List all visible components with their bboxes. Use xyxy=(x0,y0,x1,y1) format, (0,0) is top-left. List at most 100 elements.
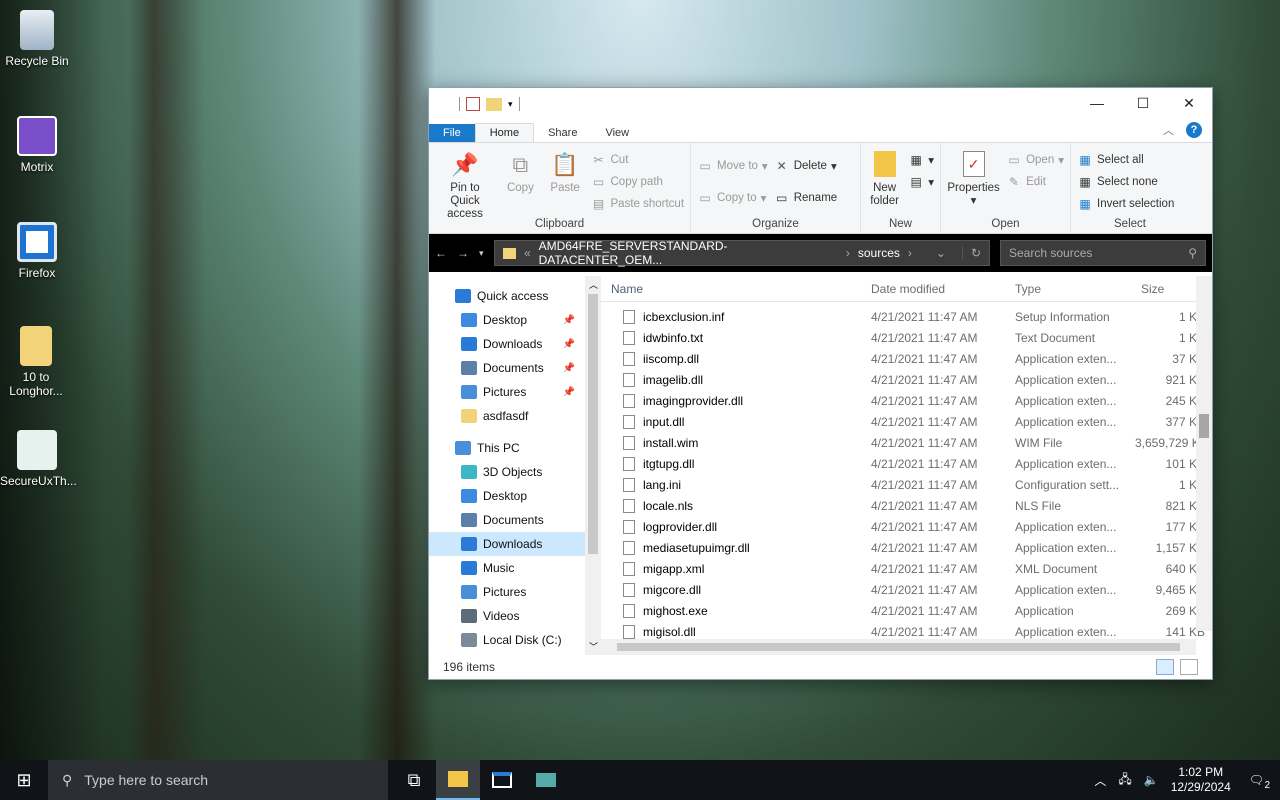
table-row[interactable]: lang.ini 4/21/2021 11:47 AM Configuration … xyxy=(601,474,1212,495)
nav-item[interactable]: Documents 📌 xyxy=(429,356,585,380)
table-row[interactable]: imagelib.dll 4/21/2021 11:47 AM Applicatio… xyxy=(601,369,1212,390)
table-row[interactable]: idwbinfo.txt 4/21/2021 11:47 AM Text Docum… xyxy=(601,327,1212,348)
properties-qat-icon[interactable] xyxy=(466,97,480,111)
file-type: Application exten... xyxy=(1015,540,1117,555)
file-name: input.dll xyxy=(601,414,871,429)
breadcrumb-segment[interactable]: sources xyxy=(858,246,900,260)
select-all-button[interactable]: ▦ Select all xyxy=(1077,151,1174,169)
clock[interactable]: 1:02 PM 12/29/2024 xyxy=(1171,765,1231,795)
desktop-icon-motrix[interactable]: Motrix xyxy=(0,116,74,174)
help-icon[interactable]: ? xyxy=(1186,122,1202,138)
taskbar-search-input[interactable]: ⚲ Type here to search xyxy=(48,760,388,800)
nav-item[interactable]: This PC xyxy=(429,436,585,460)
breadcrumb-segment[interactable]: AMD64FRE_SERVERSTANDARD-DATACENTER_OEM..… xyxy=(539,239,838,267)
tab-view[interactable]: View xyxy=(591,124,643,142)
name-column-header[interactable]: Name xyxy=(601,282,871,296)
nav-item[interactable]: asdfasdf xyxy=(429,404,585,428)
chevron-up-icon[interactable]: ︿ xyxy=(1094,772,1106,789)
nav-item[interactable]: Music xyxy=(429,556,585,580)
date-column-header[interactable]: Date modified xyxy=(871,282,1015,296)
desktop-icon-recycle-bin[interactable]: Recycle Bin xyxy=(0,10,74,68)
select-none-button[interactable]: ▦ Select none xyxy=(1077,173,1174,191)
table-row[interactable]: install.wim 4/21/2021 11:47 AM WIM File 3,6… xyxy=(601,432,1212,453)
nav-item[interactable]: Documents xyxy=(429,508,585,532)
recent-locations-icon[interactable]: ▾ xyxy=(479,248,484,259)
refresh-icon[interactable]: ↻ xyxy=(961,246,989,260)
size-column-header[interactable]: Size xyxy=(1135,282,1205,296)
desktop-icon-firefox[interactable]: Firefox xyxy=(0,222,74,280)
network-icon[interactable]: 🖧 xyxy=(1118,770,1131,791)
file-date: 4/21/2021 11:47 AM xyxy=(871,456,978,471)
address-bar[interactable]: « AMD64FRE_SERVERSTANDARD-DATACENTER_OEM… xyxy=(493,239,990,267)
table-row[interactable]: logprovider.dll 4/21/2021 11:47 AM Applica… xyxy=(601,516,1212,537)
back-arrow-icon[interactable]: ← xyxy=(435,246,447,260)
nav-item[interactable]: Desktop xyxy=(429,484,585,508)
copy-path-button[interactable]: ▭ Copy path xyxy=(591,173,685,191)
nav-item[interactable]: Videos xyxy=(429,604,585,628)
tab-home[interactable]: Home xyxy=(474,123,535,142)
nav-item[interactable]: Local Disk (C:) xyxy=(429,628,585,652)
edit-button[interactable]: ✎ Edit xyxy=(1006,173,1064,191)
table-row[interactable]: locale.nls 4/21/2021 11:47 AM NLS File 821 … xyxy=(601,495,1212,516)
table-row[interactable]: mighost.exe 4/21/2021 11:47 AM Application… xyxy=(601,600,1212,621)
forward-arrow-icon[interactable]: → xyxy=(457,246,469,260)
table-row[interactable]: mediasetupuimgr.dll 4/21/2021 11:47 AM App… xyxy=(601,537,1212,558)
minimize-button[interactable]: — xyxy=(1074,88,1120,118)
nav-item[interactable]: Downloads 📌 xyxy=(429,332,585,356)
new-item-button[interactable]: ▦ ▾ xyxy=(908,151,934,169)
nav-scrollbar[interactable]: ︿ ﹀ xyxy=(585,276,601,655)
search-input[interactable]: Search sources ⚲ xyxy=(1000,240,1206,266)
table-row[interactable]: imagingprovider.dll 4/21/2021 11:47 AM App… xyxy=(601,390,1212,411)
maximize-button[interactable]: ☐ xyxy=(1120,88,1166,118)
quick-access-toolbar: ▾ xyxy=(429,97,520,111)
clipboard-group-label: Clipboard xyxy=(534,218,585,230)
close-button[interactable]: ✕ xyxy=(1166,88,1212,118)
delete-button[interactable]: ✕ Delete ▾ xyxy=(774,157,837,175)
easy-access-button[interactable]: ▤ ▾ xyxy=(908,173,934,191)
nav-item[interactable]: Pictures 📌 xyxy=(429,380,585,404)
type-column-header[interactable]: Type xyxy=(1015,282,1135,296)
open-button[interactable]: ▭ Open ▾ xyxy=(1006,151,1064,169)
new-folder-qat-icon[interactable] xyxy=(486,97,502,111)
file-type: XML Document xyxy=(1015,561,1098,576)
copy-to-button[interactable]: ▭ Copy to ▾ xyxy=(697,189,768,207)
table-row[interactable]: iiscomp.dll 4/21/2021 11:47 AM Application… xyxy=(601,348,1212,369)
large-icons-view-icon[interactable] xyxy=(1180,659,1198,675)
notification-center[interactable]: 🗨 2 xyxy=(1243,773,1270,791)
invert-selection-button[interactable]: ▦ Invert selection xyxy=(1077,195,1174,213)
start-button[interactable]: ⊞ xyxy=(0,760,48,800)
taskbar-file-explorer[interactable] xyxy=(436,760,480,800)
file-icon xyxy=(623,561,635,576)
collapse-ribbon-icon[interactable]: ︿ xyxy=(1163,122,1174,138)
nav-item[interactable]: Pictures xyxy=(429,580,585,604)
nav-item[interactable]: Downloads xyxy=(429,532,585,556)
table-row[interactable]: icbexclusion.inf 4/21/2021 11:47 AM Setup … xyxy=(601,306,1212,327)
rename-button[interactable]: ▭ Rename xyxy=(774,189,837,207)
taskbar-app-network[interactable] xyxy=(524,760,568,800)
paste-shortcut-button[interactable]: ▤ Paste shortcut xyxy=(591,195,684,213)
table-row[interactable]: migapp.xml 4/21/2021 11:47 AM XML Document… xyxy=(601,558,1212,579)
table-row[interactable]: itgtupg.dll 4/21/2021 11:47 AM Application… xyxy=(601,453,1212,474)
cut-button[interactable]: ✂ Cut xyxy=(591,151,685,169)
file-size: 3,659,729 KB xyxy=(1135,435,1208,450)
file-name-text: mediasetupuimgr.dll xyxy=(643,540,750,555)
pin-icon: 📌 xyxy=(562,386,575,398)
nav-item[interactable]: Desktop 📌 xyxy=(429,308,585,332)
file-list-vscrollbar[interactable] xyxy=(1196,276,1212,631)
nav-item[interactable]: 3D Objects xyxy=(429,460,585,484)
file-list-hscrollbar[interactable] xyxy=(601,639,1196,655)
customize-qat-icon[interactable]: ▾ xyxy=(508,99,513,110)
details-view-icon[interactable] xyxy=(1156,659,1174,675)
tab-share[interactable]: Share xyxy=(534,124,591,142)
desktop-icon-secureux[interactable]: SecureUxTh... xyxy=(0,430,77,488)
address-dropdown-icon[interactable]: ⌄ xyxy=(928,246,954,260)
task-view-button[interactable]: ⧉ xyxy=(392,760,436,800)
move-to-button[interactable]: ▭ Move to ▾ xyxy=(697,157,767,175)
nav-item[interactable]: Quick access xyxy=(429,284,585,308)
volume-muted-icon[interactable]: 🔈 xyxy=(1144,773,1159,787)
taskbar-app-window[interactable] xyxy=(480,760,524,800)
tab-file[interactable]: File xyxy=(429,124,475,142)
table-row[interactable]: migcore.dll 4/21/2021 11:47 AM Application… xyxy=(601,579,1212,600)
table-row[interactable]: input.dll 4/21/2021 11:47 AM Application e… xyxy=(601,411,1212,432)
desktop-icon-longhorn[interactable]: 10 to Longhor... xyxy=(0,326,72,398)
